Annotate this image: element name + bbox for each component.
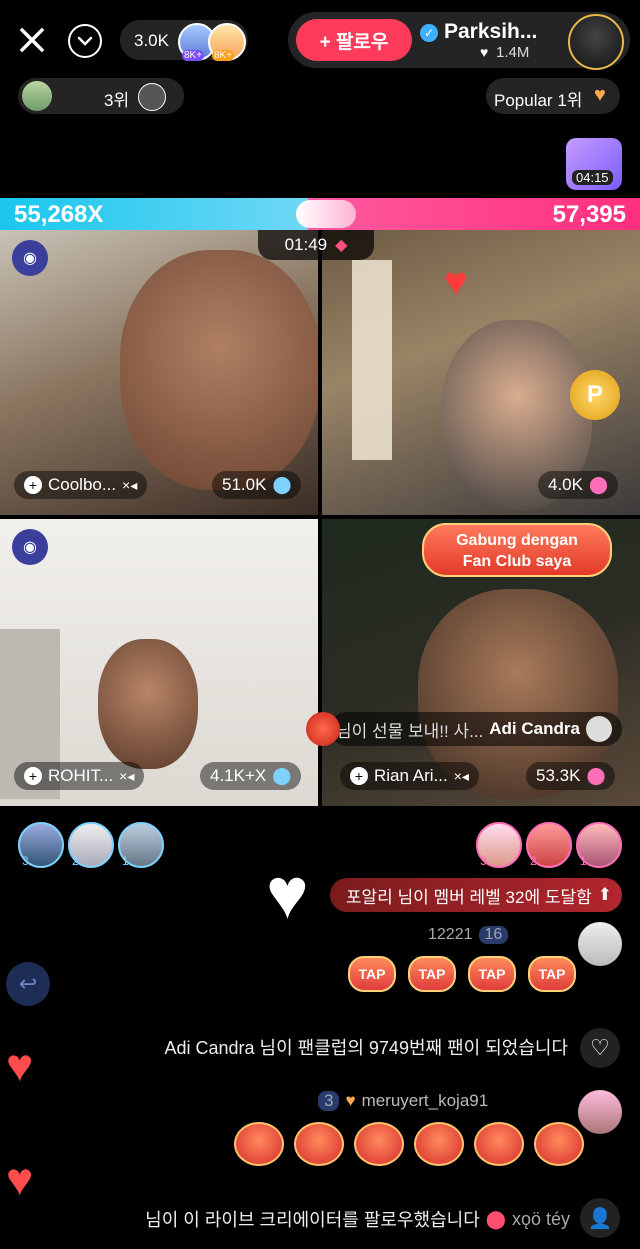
face-shape: [120, 250, 318, 490]
mute-icon: ×◂: [453, 767, 469, 784]
chat-avatar-2[interactable]: [578, 1090, 622, 1134]
chat-avatar-1[interactable]: [578, 922, 622, 966]
crown-heart-icon: ♥: [444, 260, 468, 304]
close-icon: [20, 28, 44, 52]
mute-icon: ×◂: [119, 767, 135, 784]
tile-3-score[interactable]: 4.1K+X ⬤: [200, 762, 302, 790]
popular-heart-icon: ♥: [594, 84, 606, 106]
score-icon: ⬤: [588, 475, 609, 494]
video-tile-3[interactable]: ◉ 4.1K+X ⬤ + ROHIT... ×◂: [0, 519, 318, 806]
boost-timer-badge[interactable]: 04:15: [566, 138, 622, 190]
face-shape: [98, 639, 198, 769]
video-tile-4[interactable]: Gabung dengan Fan Club saya 53.3K ⬤ + Ri…: [322, 519, 640, 806]
emoji-sticker: [414, 1122, 464, 1166]
rank-avatar: [138, 83, 166, 111]
add-icon: +: [24, 476, 42, 494]
share-icon: ↩: [18, 971, 38, 996]
tile-1-score[interactable]: 51.0K ⬤: [212, 471, 302, 499]
add-icon: +: [24, 767, 42, 785]
follow-user-icon: 👤: [580, 1198, 620, 1238]
host-name: Parksih...: [444, 20, 538, 43]
tap-sticker: TAP: [408, 956, 456, 992]
viewers-pill[interactable]: 3.0K 8K+ 8K+: [120, 20, 248, 61]
like-button-1[interactable]: ♥: [6, 1042, 33, 1088]
verified-icon: ✓: [420, 24, 438, 42]
tile-4-name[interactable]: + Rian Ari... ×◂: [340, 762, 479, 790]
user-badge-icon: ⬤: [485, 1208, 506, 1229]
ranker-avatar: 3: [476, 822, 522, 868]
mask-icon: ◉: [12, 529, 48, 565]
vs-comet-icon: [296, 200, 356, 228]
tap-sticker: TAP: [468, 956, 516, 992]
emoji-sticker: [534, 1122, 584, 1166]
left-rankers[interactable]: 3 2 1: [18, 822, 166, 868]
fist-icon: ◆: [335, 237, 348, 254]
chat-user-2[interactable]: 3 ♥ meruyert_koja91: [318, 1090, 488, 1112]
fan-heart-icon: ♡: [580, 1028, 620, 1068]
tap-sticker: TAP: [528, 956, 576, 992]
popular-pill[interactable]: Popular 1위 ♥: [486, 78, 620, 114]
video-tile-2[interactable]: ♥ P 4.0K ⬤: [322, 230, 640, 515]
share-button[interactable]: ↩: [6, 962, 50, 1006]
ranker-avatar: 1: [118, 822, 164, 868]
host-likes: 1.4M: [496, 44, 530, 61]
tile-1-name[interactable]: + Coolbo... ×◂: [14, 471, 148, 499]
emoji-sticker: [294, 1122, 344, 1166]
gift-toast: 님이 선물 보내!! 사... Adi Candra: [330, 712, 622, 746]
score-icon: ⬤: [272, 766, 292, 785]
host-card[interactable]: + 팔로우 ✓ Parksih... ♥ 1.4M: [288, 12, 630, 70]
heart-badge-icon: ♥: [345, 1091, 356, 1110]
follow-message: 님이 이 라이브 크리에이터를 팔로우했습니다 ⬤ xǫö téy: [145, 1208, 570, 1231]
fan-join-message: Adi Candra 님이 팬클럽의 9749번째 팬이 되었습니다: [164, 1038, 569, 1058]
video-tile-1[interactable]: ◉ 51.0K ⬤ + Coolbo... ×◂: [0, 230, 318, 515]
coin-icon: P: [570, 370, 620, 420]
host-avatar[interactable]: [568, 14, 624, 70]
follow-button[interactable]: + 팔로우: [296, 19, 412, 61]
gift-shelf: [352, 260, 392, 460]
emoji-stickers: [234, 1122, 584, 1166]
emoji-sticker: [234, 1122, 284, 1166]
battle-score-bar: 55,268X 57,395: [0, 198, 640, 230]
floating-heart-icon: ♥: [266, 854, 309, 934]
emoji-sticker: [354, 1122, 404, 1166]
mask-icon: ◉: [12, 240, 48, 276]
ranker-avatar: 3: [18, 822, 64, 868]
gift-icon: [22, 81, 52, 111]
mute-icon: ×◂: [122, 476, 138, 493]
rank-pill[interactable]: 3위: [18, 78, 184, 114]
tap-sticker: TAP: [348, 956, 396, 992]
score-icon: ⬤: [586, 766, 606, 785]
emoji-sticker: [474, 1122, 524, 1166]
tile-2-score[interactable]: 4.0K ⬤: [538, 471, 619, 499]
ranker-avatar: 2: [526, 822, 572, 868]
right-score: 57,395: [552, 201, 626, 228]
add-icon: +: [350, 767, 368, 785]
level-badge: 16: [478, 926, 509, 944]
viewer-avatar-2: 8K+: [208, 23, 246, 61]
rank-label: 3위: [104, 91, 130, 110]
toast-avatar: [585, 716, 612, 742]
score-icon: ⬤: [272, 475, 292, 494]
close-button[interactable]: [14, 22, 50, 58]
ranker-avatar: 2: [68, 822, 114, 868]
like-button-2[interactable]: ♥: [6, 1156, 33, 1202]
heart-icon: ♥: [480, 44, 489, 60]
right-rankers[interactable]: 3 2 1: [476, 822, 624, 868]
fan-club-banner[interactable]: Gabung dengan Fan Club saya: [422, 523, 612, 577]
chevron-down-icon: [77, 36, 93, 46]
chat-user-1[interactable]: 12221 16: [428, 924, 509, 946]
left-score: 55,268X: [14, 201, 104, 228]
battle-countdown: 01:49 ◆: [258, 230, 374, 260]
ranker-avatar: 1: [576, 822, 622, 868]
viewer-count: 3.0K: [134, 31, 169, 50]
arrow-up-icon: ⬆: [597, 885, 612, 904]
tile-4-score[interactable]: 53.3K ⬤: [526, 762, 616, 790]
tomato-sticker-icon: [306, 712, 340, 746]
popular-label: Popular 1위: [494, 91, 583, 110]
tile-3-name[interactable]: + ROHIT... ×◂: [14, 762, 145, 790]
level-up-banner: 포알리 님이 멤버 레벨 32에 도달함 ⬆: [330, 878, 622, 912]
level-badge: 3: [318, 1091, 340, 1111]
collapse-button[interactable]: [68, 24, 102, 58]
tap-stickers: TAP TAP TAP TAP: [348, 956, 576, 992]
